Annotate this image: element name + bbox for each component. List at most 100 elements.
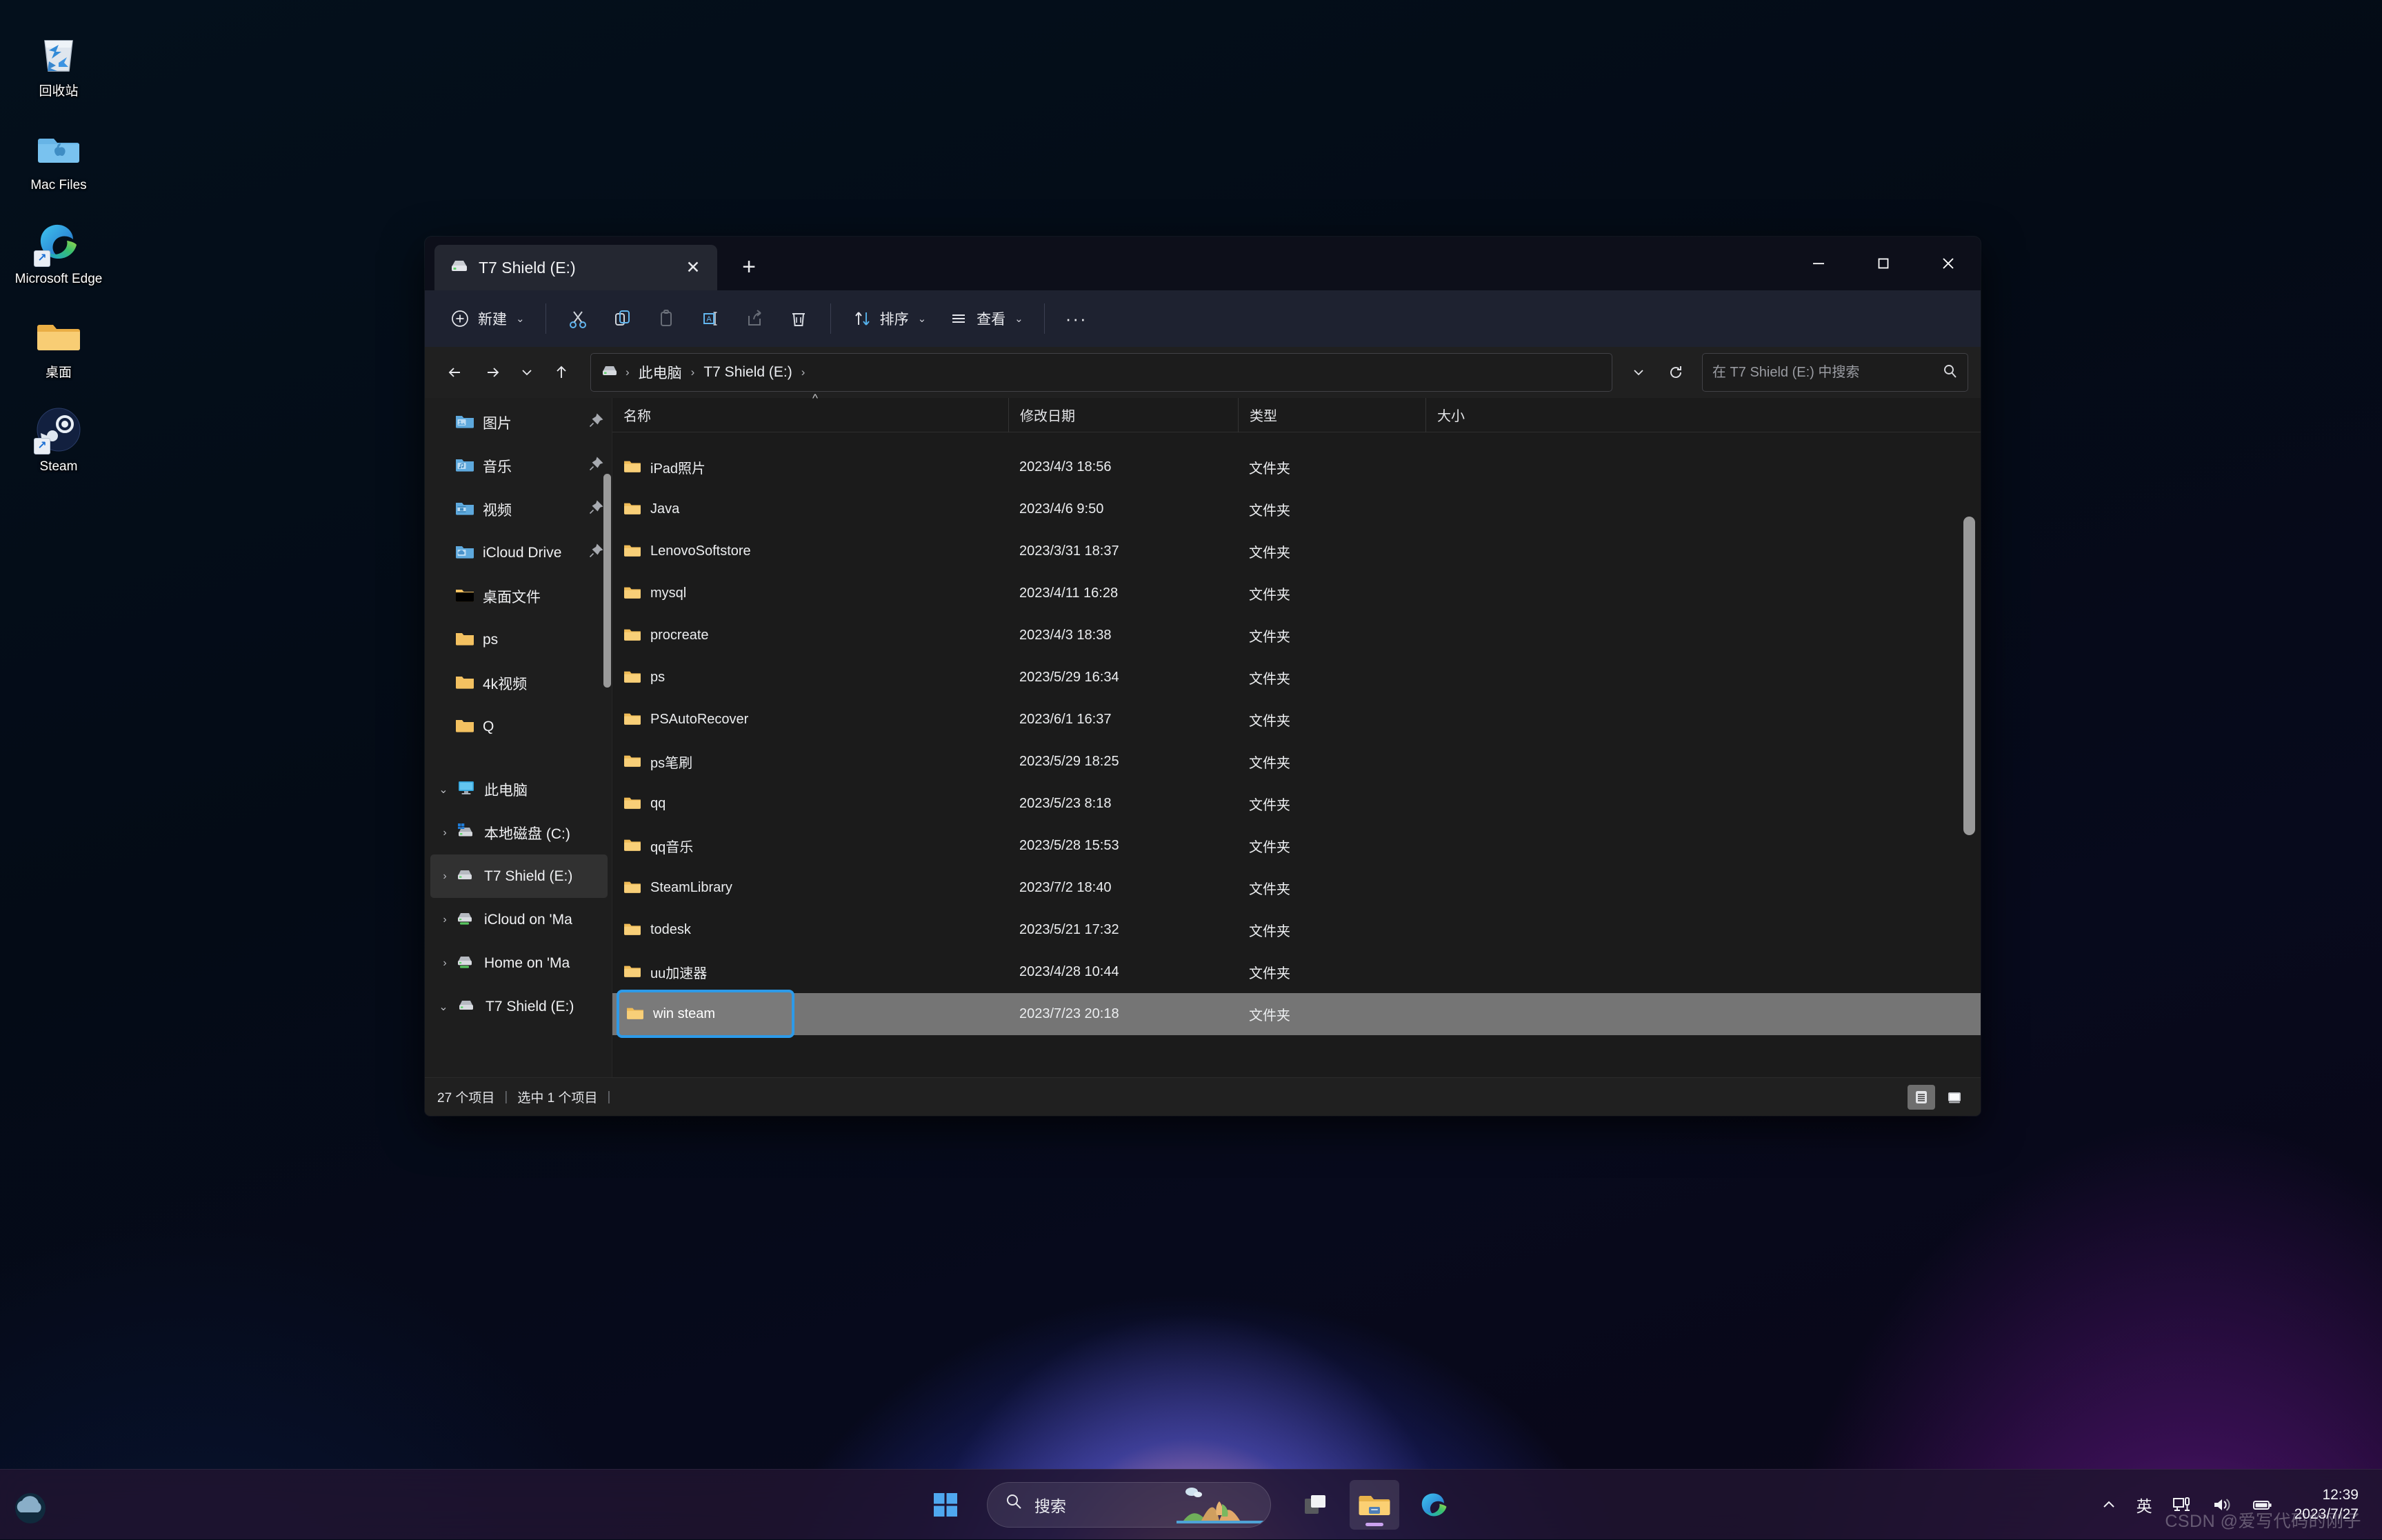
- search-input[interactable]: [1712, 365, 1936, 381]
- sidebar-item-t7-shield-e[interactable]: › T7 Shield (E:): [430, 854, 608, 898]
- breadcrumb-item-t7-shield[interactable]: T7 Shield (E:): [699, 361, 797, 383]
- recent-locations-button[interactable]: [512, 354, 542, 390]
- sidebar-item-music[interactable]: 音乐: [430, 444, 608, 488]
- sidebar-scrollbar-thumb[interactable]: [603, 474, 611, 688]
- column-header-date[interactable]: 修改日期: [1008, 398, 1238, 432]
- more-options-button[interactable]: ···: [1056, 298, 1097, 339]
- pin-icon[interactable]: [588, 413, 603, 432]
- sidebar-item-t7-shield-root[interactable]: ⌄ T7 Shield (E:): [430, 985, 608, 1028]
- share-button[interactable]: [734, 298, 775, 339]
- sidebar-item-home-on-mac[interactable]: › Home on 'Ma: [430, 941, 608, 985]
- chevron-right-icon[interactable]: ›: [436, 914, 454, 926]
- table-row[interactable]: uu加速器2023/4/28 10:44文件夹: [612, 951, 1981, 993]
- volume-button[interactable]: [2203, 1480, 2241, 1530]
- maximize-button[interactable]: [1851, 237, 1916, 290]
- close-icon[interactable]: ✕: [679, 253, 708, 282]
- pin-icon[interactable]: [588, 500, 603, 519]
- breadcrumb-item-this-pc[interactable]: 此电脑: [634, 359, 687, 386]
- minimize-button[interactable]: [1786, 237, 1851, 290]
- file-list-pane[interactable]: 名称 ^ 修改日期 类型 大小 iPad照片2023/4/3 18:56文: [612, 398, 1981, 1077]
- taskbar-search-box[interactable]: 搜索: [987, 1482, 1271, 1528]
- details-view-button[interactable]: [1908, 1085, 1935, 1110]
- new-button[interactable]: 新建 ⌄: [440, 298, 534, 339]
- taskbar-app-file-explorer[interactable]: [1350, 1480, 1399, 1530]
- pin-icon[interactable]: [588, 457, 603, 475]
- rename-button[interactable]: A: [690, 298, 731, 339]
- table-row[interactable]: Java2023/4/6 9:50文件夹: [612, 488, 1981, 530]
- copy-button[interactable]: [601, 298, 643, 339]
- chevron-down-icon[interactable]: ⌄: [434, 783, 452, 797]
- desktop-icon-recycle-bin[interactable]: 回收站: [7, 31, 110, 100]
- search-box[interactable]: [1702, 353, 1968, 392]
- chevron-right-icon[interactable]: ›: [436, 870, 454, 883]
- network-button[interactable]: [2163, 1480, 2201, 1530]
- sidebar-item-icloud-drive[interactable]: iCloud Drive: [430, 531, 608, 574]
- paste-button[interactable]: [645, 298, 687, 339]
- pin-icon[interactable]: [588, 543, 603, 562]
- sidebar-item-q[interactable]: Q: [430, 705, 608, 748]
- table-row[interactable]: SteamLibrary2023/7/2 18:40文件夹: [612, 867, 1981, 909]
- column-header-size[interactable]: 大小: [1425, 398, 1532, 432]
- desktop-icon-steam[interactable]: ↗ Steam: [7, 406, 110, 475]
- table-row[interactable]: qq音乐2023/5/28 15:53文件夹: [612, 825, 1981, 867]
- sidebar-item-4k-video[interactable]: 4k视频: [430, 661, 608, 705]
- column-header-name[interactable]: 名称 ^: [612, 398, 1008, 432]
- close-button[interactable]: [1916, 237, 1981, 290]
- column-header-type[interactable]: 类型: [1238, 398, 1425, 432]
- taskbar-clock[interactable]: 12:39 2023/7/27: [2285, 1480, 2368, 1530]
- taskbar-app-task-view[interactable]: [1290, 1480, 1340, 1530]
- sidebar-item-local-disk-c[interactable]: › 本地磁盘 (C:): [430, 811, 608, 854]
- sort-button[interactable]: 排序 ⌄: [842, 298, 937, 339]
- table-row[interactable]: mysql2023/4/11 16:28文件夹: [612, 572, 1981, 614]
- search-icon[interactable]: [1941, 363, 1958, 383]
- table-row[interactable]: LenovoSoftstore2023/3/31 18:37文件夹: [612, 530, 1981, 572]
- sidebar-item-videos[interactable]: 视频: [430, 488, 608, 531]
- window-titlebar[interactable]: T7 Shield (E:) ✕ +: [425, 237, 1981, 290]
- table-row-partial[interactable]: [612, 432, 1981, 446]
- cut-button[interactable]: [557, 298, 599, 339]
- table-row[interactable]: procreate2023/4/3 18:38文件夹: [612, 614, 1981, 657]
- sidebar-item-pictures[interactable]: 图片: [430, 401, 608, 444]
- sidebar-item-icloud-on-mac[interactable]: › iCloud on 'Ma: [430, 898, 608, 941]
- sidebar-item-ps[interactable]: ps: [430, 618, 608, 661]
- chevron-down-icon[interactable]: ⌄: [434, 1000, 452, 1014]
- taskbar-weather-widget[interactable]: [12, 1490, 48, 1530]
- rename-input[interactable]: win steam: [617, 990, 794, 1038]
- sidebar-item-desktop-files[interactable]: 桌面文件: [430, 574, 608, 618]
- chevron-right-icon[interactable]: ›: [436, 957, 454, 970]
- breadcrumb-separator[interactable]: ›: [800, 366, 807, 379]
- tray-overflow-button[interactable]: [2092, 1480, 2125, 1530]
- table-row[interactable]: PSAutoRecover2023/6/1 16:37文件夹: [612, 699, 1981, 741]
- desktop[interactable]: 回收站 Mac Files: [0, 0, 2382, 1539]
- table-row[interactable]: ps笔刷2023/5/29 18:25文件夹: [612, 741, 1981, 783]
- desktop-icon-desktop-folder[interactable]: 桌面: [7, 312, 110, 381]
- sidebar-item-this-pc[interactable]: ⌄ 此电脑: [430, 768, 608, 811]
- new-tab-button[interactable]: +: [730, 248, 768, 286]
- taskbar[interactable]: 搜索: [0, 1469, 2382, 1539]
- table-row[interactable]: 2023/7/23 20:18文件夹win steam: [612, 993, 1981, 1035]
- table-row[interactable]: qq2023/5/23 8:18文件夹: [612, 783, 1981, 825]
- forward-button[interactable]: [474, 354, 510, 390]
- table-row[interactable]: todesk2023/5/21 17:32文件夹: [612, 909, 1981, 951]
- table-row[interactable]: ps2023/5/29 16:34文件夹: [612, 657, 1981, 699]
- ime-indicator[interactable]: 英: [2128, 1480, 2161, 1530]
- address-dropdown-button[interactable]: [1621, 354, 1657, 390]
- view-button[interactable]: 查看 ⌄: [939, 298, 1033, 339]
- file-list-scrollbar-thumb[interactable]: [1963, 517, 1975, 835]
- up-button[interactable]: [543, 354, 579, 390]
- breadcrumb-separator[interactable]: ›: [690, 366, 697, 379]
- tab-t7-shield[interactable]: T7 Shield (E:) ✕: [434, 245, 717, 290]
- delete-button[interactable]: [778, 298, 819, 339]
- navigation-pane[interactable]: 图片 音乐: [425, 398, 612, 1077]
- chevron-right-icon[interactable]: ›: [436, 827, 454, 839]
- back-button[interactable]: [437, 354, 473, 390]
- refresh-button[interactable]: [1658, 354, 1694, 390]
- file-explorer-window[interactable]: T7 Shield (E:) ✕ +: [425, 237, 1981, 1116]
- large-icons-view-button[interactable]: [1941, 1085, 1968, 1110]
- breadcrumb[interactable]: › 此电脑 › T7 Shield (E:) ›: [590, 353, 1612, 392]
- table-row[interactable]: iPad照片2023/4/3 18:56文件夹: [612, 446, 1981, 488]
- file-list[interactable]: iPad照片2023/4/3 18:56文件夹Java2023/4/6 9:50…: [612, 432, 1981, 1077]
- desktop-icon-microsoft-edge[interactable]: ↗ Microsoft Edge: [7, 219, 110, 288]
- taskbar-app-microsoft-edge[interactable]: [1409, 1480, 1459, 1530]
- start-button[interactable]: [921, 1480, 970, 1530]
